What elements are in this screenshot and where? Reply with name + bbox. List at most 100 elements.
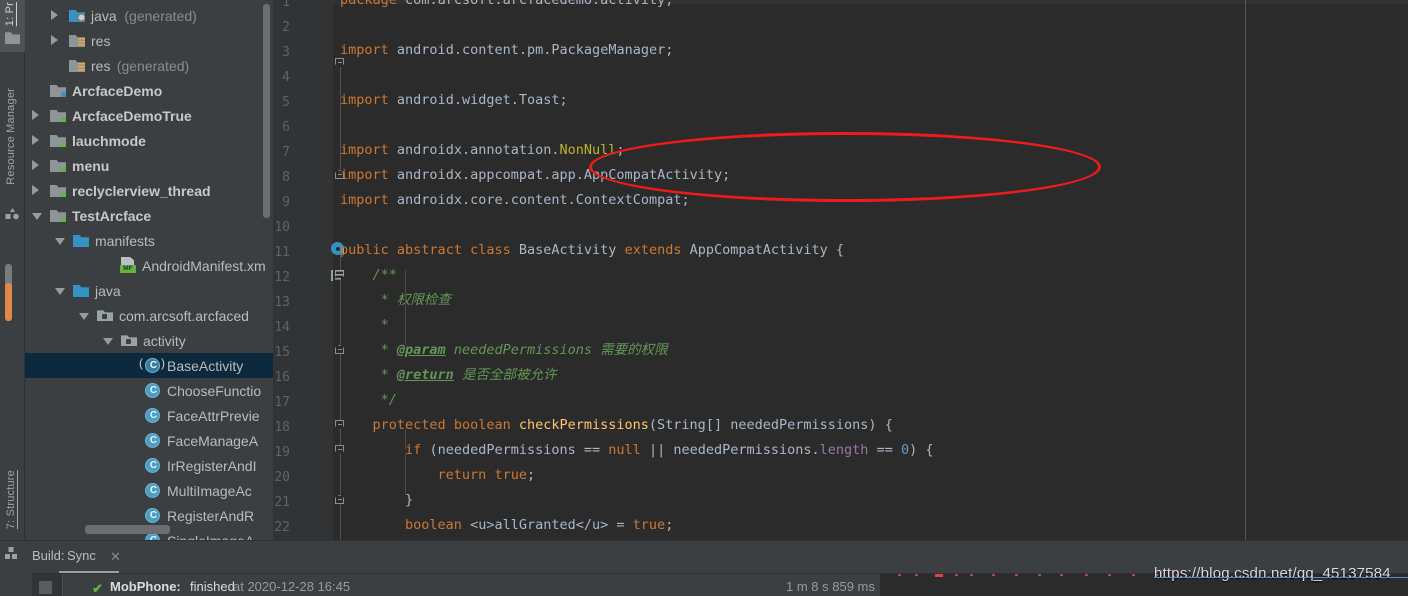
code-line[interactable]: } — [340, 488, 413, 513]
line-number: 9 — [282, 195, 290, 210]
chevron-down-icon[interactable] — [55, 238, 65, 245]
tree-row[interactable]: MultiImageAc — [25, 478, 273, 503]
code-editor[interactable]: 1 2 3 4 5 6 7 8 9 10 11 12 13 14 15 16 17 18 19 20 21 22 pack… — [273, 0, 1408, 540]
code-line[interactable]: * — [340, 313, 389, 338]
sidebar-vertical-scrollbar[interactable] — [263, 4, 270, 218]
editor-text-area[interactable]: package com.arcsoft.arcfacedemo.activity… — [333, 0, 1408, 540]
code-line[interactable]: public abstract class BaseActivity exten… — [340, 238, 844, 263]
chevron-right-icon[interactable] — [32, 185, 39, 195]
close-icon[interactable]: ✕ — [110, 549, 121, 565]
module-badge — [61, 142, 66, 147]
tree-row[interactable]: com.arcsoft.arcfaced — [25, 303, 273, 328]
resource-manager-tab-label[interactable]: Resource Manager — [5, 88, 17, 185]
chevron-right-icon[interactable] — [51, 35, 58, 45]
tree-row[interactable]: IrRegisterAndI — [25, 453, 273, 478]
tree-item-label: SingleImageA — [167, 533, 254, 541]
code-line[interactable]: import android.content.pm.PackageManager… — [340, 38, 673, 63]
tree-item-suffix: (generated) — [124, 7, 197, 24]
code-line[interactable]: import android.widget.Toast; — [340, 88, 568, 113]
tree-row[interactable]: menu — [25, 153, 273, 178]
module-green-icon — [50, 209, 66, 222]
project-tool-tab-label[interactable]: 1: Pr — [4, 2, 16, 26]
package-icon — [121, 335, 137, 346]
module-green-icon — [50, 134, 66, 147]
code-line[interactable]: import androidx.annotation.NonNull; — [340, 138, 625, 163]
line-number: 13 — [274, 295, 290, 310]
folder-blue-icon — [73, 284, 89, 297]
code-line[interactable]: /** — [340, 263, 397, 288]
tree-row[interactable]: FaceManageA — [25, 428, 273, 453]
project-tree-panel[interactable]: java (generated) res res (generated) ArcfaceD… — [25, 0, 273, 540]
line-number: 2 — [282, 20, 290, 35]
module-badge — [61, 92, 66, 97]
chevron-right-icon[interactable] — [32, 135, 39, 145]
tree-item-label: ArcfaceDemoTrue — [72, 107, 192, 124]
tree-row[interactable]: ArcfaceDemo — [25, 78, 273, 103]
tree-row[interactable]: ChooseFunctio — [25, 378, 273, 403]
tree-row[interactable]: AndroidManifest.xm — [25, 253, 273, 278]
code-line[interactable]: package com.arcsoft.arcfacedemo.activity… — [340, 0, 673, 13]
tree-row[interactable]: reclyclerview_thread — [25, 178, 273, 203]
resource-lines-icon — [78, 38, 85, 46]
class-icon — [145, 533, 161, 540]
code-line[interactable]: * @return 是否全部被允许 — [340, 363, 557, 388]
folder-blue-icon — [73, 234, 89, 247]
code-line[interactable]: import androidx.appcompat.app.AppCompatA… — [340, 163, 730, 188]
folder-generated-icon — [69, 9, 85, 22]
code-line[interactable]: */ — [340, 388, 397, 413]
build-log-divider — [62, 574, 63, 596]
structure-tab-label[interactable]: 7: Structure — [5, 470, 17, 529]
tree-row[interactable]: java — [25, 278, 273, 303]
line-number: 3 — [282, 45, 290, 60]
tree-row[interactable]: res (generated) — [25, 53, 273, 78]
class-icon — [145, 458, 161, 473]
chevron-down-icon[interactable] — [79, 313, 89, 320]
chevron-down-icon[interactable] — [55, 288, 65, 295]
structure-icon-bottom — [5, 546, 19, 560]
tree-row[interactable]: TestArcface — [25, 203, 273, 228]
module-green-icon — [50, 109, 66, 122]
chevron-down-icon[interactable] — [32, 213, 42, 220]
build-duration: 1 m 8 s 859 ms — [786, 579, 875, 594]
code-line[interactable]: * 权限检查 — [340, 288, 451, 313]
code-line[interactable]: if (neededPermissions == null || neededP… — [340, 438, 934, 463]
code-line[interactable]: boolean <u>allGranted</u> = true; — [340, 513, 673, 538]
line-number: 15 — [274, 345, 290, 360]
tree-row[interactable]: java (generated) — [25, 3, 273, 28]
code-line[interactable]: protected boolean checkPermissions(Strin… — [340, 413, 893, 438]
build-label: Build: — [32, 548, 65, 563]
sidebar-horizontal-scrollbar[interactable] — [85, 525, 170, 534]
line-number: 21 — [274, 495, 290, 510]
tree-row[interactable]: FaceAttrPrevie — [25, 403, 273, 428]
project-tree[interactable]: java (generated) res res (generated) ArcfaceD… — [25, 0, 273, 540]
line-number: 20 — [274, 470, 290, 485]
line-number: 17 — [274, 395, 290, 410]
tree-row[interactable]: ()BaseActivity — [25, 353, 273, 378]
code-line[interactable]: import androidx.core.content.ContextComp… — [340, 188, 690, 213]
tree-row[interactable]: res — [25, 28, 273, 53]
code-line[interactable]: * @param neededPermissions 需要的权限 — [340, 338, 668, 363]
tree-row[interactable]: ArcfaceDemoTrue — [25, 103, 273, 128]
manifest-file-icon — [120, 257, 137, 273]
chevron-right-icon[interactable] — [32, 110, 39, 120]
green-check-icon: ✔ — [92, 581, 103, 596]
chevron-right-icon[interactable] — [51, 10, 58, 20]
build-panel-strip — [0, 541, 25, 596]
tree-row[interactable]: manifests — [25, 228, 273, 253]
editor-gutter[interactable]: 1 2 3 4 5 6 7 8 9 10 11 12 13 14 15 16 17 18 19 20 21 22 — [273, 0, 344, 540]
chevron-down-icon[interactable] — [103, 338, 113, 345]
editor-changed-marker — [5, 283, 12, 321]
line-number: 11 — [274, 245, 290, 260]
tree-item-label: ArcfaceDemo — [72, 82, 163, 99]
tree-row[interactable]: lauchmode — [25, 128, 273, 153]
tree-row[interactable]: activity — [25, 328, 273, 353]
class-icon — [145, 433, 161, 448]
build-timestamp: at 2020-12-28 16:45 — [233, 579, 351, 594]
code-line[interactable]: return true; — [340, 463, 536, 488]
resource-manager-icon — [5, 208, 20, 222]
tree-item-label: java — [91, 7, 117, 24]
tab-sync[interactable]: Sync — [67, 548, 96, 563]
chevron-right-icon[interactable] — [32, 160, 39, 170]
line-number: 6 — [282, 120, 290, 135]
tree-item-suffix: (generated) — [116, 57, 190, 74]
